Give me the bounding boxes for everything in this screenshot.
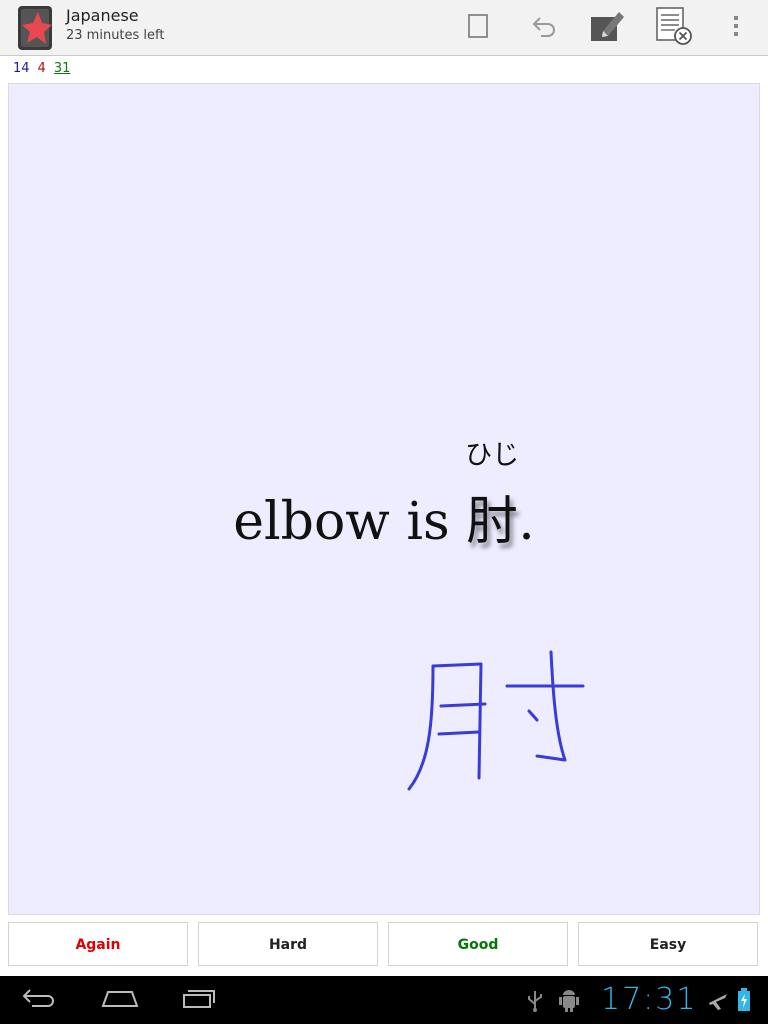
handwriting-strokes [407,650,585,791]
card-counts: 14 4 31 [13,61,78,76]
whiteboard-button[interactable] [454,4,502,52]
undo-button[interactable] [520,4,568,52]
overflow-menu-button[interactable] [712,4,760,52]
status-clock: 17:31 [601,982,698,1017]
review-count: 31 [53,61,71,76]
card-whiteboard[interactable]: elbow is ひじ 肘. [8,83,760,915]
good-button[interactable]: Good [388,922,568,966]
time-remaining: 23 minutes left [66,28,165,43]
back-button[interactable] [10,982,70,1018]
anki-star-icon[interactable] [18,6,54,50]
learning-count: 4 [37,61,46,76]
again-button[interactable]: Again [8,922,188,966]
undo-icon [531,15,557,41]
hard-button[interactable]: Hard [198,922,378,966]
home-icon [100,988,140,1012]
edit-note-icon [589,9,625,47]
edit-note-button[interactable] [583,4,631,52]
whiteboard-icon [467,13,489,43]
usb-icon [526,990,544,1016]
overflow-menu-icon [732,14,740,42]
easy-button[interactable]: Easy [578,922,758,966]
new-count: 14 [13,61,30,76]
answer-bar: Again Hard Good Easy [0,922,768,968]
recent-apps-button[interactable] [170,982,230,1018]
recent-apps-icon [182,987,218,1013]
back-icon [22,987,58,1013]
deck-title: Japanese [66,6,139,25]
battery-charging-icon [737,988,751,1016]
clear-whiteboard-icon [655,6,693,50]
action-bar: Japanese 23 minutes left [0,0,768,56]
clear-whiteboard-button[interactable] [650,4,698,52]
home-button[interactable] [90,982,150,1018]
airplane-mode-icon [707,990,729,1016]
android-debug-icon [558,989,580,1017]
